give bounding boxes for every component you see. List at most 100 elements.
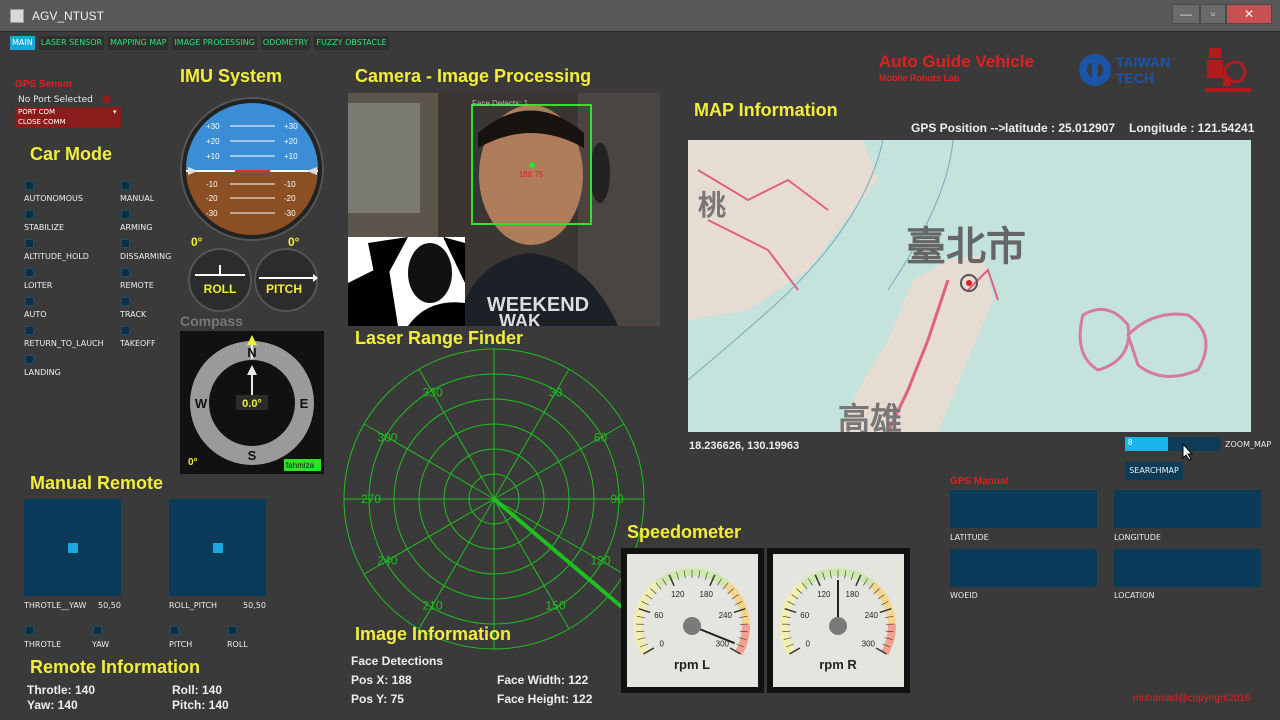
remote-info-title: Remote Information (30, 657, 201, 677)
pitch-label: PITCH (266, 282, 302, 296)
car-mode-checkbox[interactable] (25, 210, 34, 219)
compass-widget: N S E W 0.0° 0° fahmiza (180, 331, 324, 474)
car-mode-checkbox[interactable] (121, 181, 130, 190)
port-dropdown[interactable]: PORT COM ▾ CLOSE COMM (15, 107, 121, 128)
car-mode-checkbox[interactable] (25, 326, 34, 335)
app-icon (10, 9, 24, 23)
gps-position-label: GPS Position --> (911, 121, 1006, 135)
gauge-tick-label: 240 (865, 611, 879, 620)
port-status: No Port Selected (18, 95, 93, 105)
throttle-yaw-pad[interactable] (24, 499, 121, 596)
latitude-input[interactable] (950, 490, 1097, 528)
gauge-hub (683, 617, 701, 635)
car-mode-checkbox[interactable] (121, 268, 130, 277)
close-button[interactable]: ✕ (1226, 4, 1272, 24)
roll-toggle[interactable] (228, 626, 237, 635)
zoom-slider[interactable]: 8 (1125, 437, 1221, 451)
woeid-input[interactable] (950, 549, 1097, 587)
pitch-mark-right: +20 (284, 137, 298, 146)
location-input[interactable] (1114, 549, 1261, 587)
pitch-toggle[interactable] (170, 626, 179, 635)
car-mode-checkbox[interactable] (121, 239, 130, 248)
logo-tech: TECH (1116, 70, 1154, 86)
image-info-title: Image Information (355, 624, 512, 644)
car-mode-label: AUTO (24, 310, 47, 319)
radar-angle-label: 270 (361, 492, 381, 506)
latitude-input-label: LATITUDE (950, 533, 989, 542)
car-mode-label: AUTONOMOUS (24, 194, 83, 203)
chevron-down-icon: ▾ (113, 108, 117, 116)
car-mode-checkbox[interactable] (25, 297, 34, 306)
gauge-tick-label: 180 (700, 590, 714, 599)
gauge-tick-label: 60 (800, 611, 809, 620)
map-image: 臺北市 桃 高雄 (688, 140, 1251, 432)
speedometer-title: Speedometer (627, 522, 742, 542)
radar-angle-label: 60 (594, 431, 608, 445)
rpm-right-gauge: 0 60 120 180 240 300 rpm R (767, 548, 910, 693)
gauge-tick-label: 180 (846, 590, 860, 599)
car-mode-label: TRACK (120, 310, 147, 319)
face-coords-overlay: 188 75 (519, 170, 544, 179)
camera-image: WEEKEND WAK Face Detects: 1 188 75 (348, 93, 660, 326)
app-header-title: Auto Guide Vehicle (879, 52, 1034, 71)
pitch-mark-left: +30 (206, 122, 220, 131)
pitch-mark-left: -20 (206, 194, 218, 203)
car-mode-label: STABILIZE (24, 223, 65, 232)
rpm-left-dial: 060120 180240300rpm L (634, 568, 750, 672)
lab-name: Mobile Robots Lab (879, 73, 960, 83)
roll-pitch-label: ROLL_PITCH (169, 601, 217, 610)
latitude-value: latitude : 25.012907 (1005, 121, 1116, 135)
car-mode-checkbox[interactable] (121, 210, 130, 219)
close-comm-button[interactable]: CLOSE COMM (18, 118, 66, 126)
car-mode-label: DISSARMING (120, 252, 172, 261)
roll-pitch-pad[interactable] (169, 499, 266, 596)
radar-angle-label: 30 (549, 385, 563, 399)
throttle-toggle-label: THROTLE (24, 640, 62, 649)
car-mode-checkbox[interactable] (25, 181, 34, 190)
mouse-cursor-icon (1182, 443, 1194, 461)
minimize-button[interactable]: — (1172, 4, 1200, 24)
maximize-button[interactable]: ▫ (1200, 4, 1226, 24)
yaw-value: Yaw: 140 (27, 698, 78, 712)
car-mode-checkbox[interactable] (25, 268, 34, 277)
yaw-toggle[interactable] (93, 626, 102, 635)
imu-title: IMU System (180, 66, 283, 86)
gps-sensor-title: GPS Sensor (15, 79, 73, 90)
throttle-yaw-value: 50,50 (98, 601, 121, 610)
car-mode-checkbox[interactable] (121, 326, 130, 335)
car-mode-checkbox[interactable] (121, 297, 130, 306)
tab-mapping-map[interactable]: MAPPING MAP (108, 36, 169, 50)
tab-fuzzy-obstacle[interactable]: FUZZY OBSTACLE (314, 36, 389, 50)
throttle-toggle[interactable] (25, 626, 34, 635)
tab-laser-sensor[interactable]: LASER SENSOR (38, 36, 105, 50)
pitch-mark-right: -30 (284, 209, 296, 218)
radar-angle-label: 330 (422, 385, 442, 399)
gauge-tick-label: 300 (862, 640, 876, 649)
woeid-input-label: WOEID (950, 591, 978, 600)
pitch-mark-right: -20 (284, 194, 296, 203)
location-input-label: LOCATION (1114, 591, 1155, 600)
pitch-mark-left: +20 (206, 137, 220, 146)
gauge-tick-label: 120 (817, 590, 831, 599)
car-mode-label: REMOTE (120, 281, 154, 290)
radar-angle-label: 150 (545, 599, 565, 613)
user-badge: fahmiza (286, 461, 315, 470)
car-mode-label: LANDING (24, 368, 61, 377)
tab-image-processing[interactable]: IMAGE PROCESSING (172, 36, 257, 50)
port-com-select[interactable]: PORT COM (18, 108, 55, 116)
longitude-input[interactable] (1114, 490, 1261, 528)
gauge-tick-label: 0 (659, 640, 664, 649)
tab-odometry[interactable]: ODOMETRY (260, 36, 311, 50)
car-mode-checkbox[interactable] (25, 239, 34, 248)
throttle-yaw-handle[interactable] (68, 543, 78, 553)
map-city-label-3: 高雄 (838, 401, 902, 432)
radar-angle-label: 240 (377, 554, 397, 568)
tab-main[interactable]: MAIN (10, 36, 35, 50)
car-mode-checkbox[interactable] (25, 355, 34, 364)
roll-pitch-handle[interactable] (213, 543, 223, 553)
pitch-mark-right: +10 (284, 152, 298, 161)
car-mode-label: TAKEOFF (120, 339, 156, 348)
map-view[interactable]: 臺北市 桃 高雄 (688, 140, 1251, 432)
pitch-mark-right: +30 (284, 122, 298, 131)
search-map-button[interactable]: SEARCHMAP (1125, 462, 1183, 480)
